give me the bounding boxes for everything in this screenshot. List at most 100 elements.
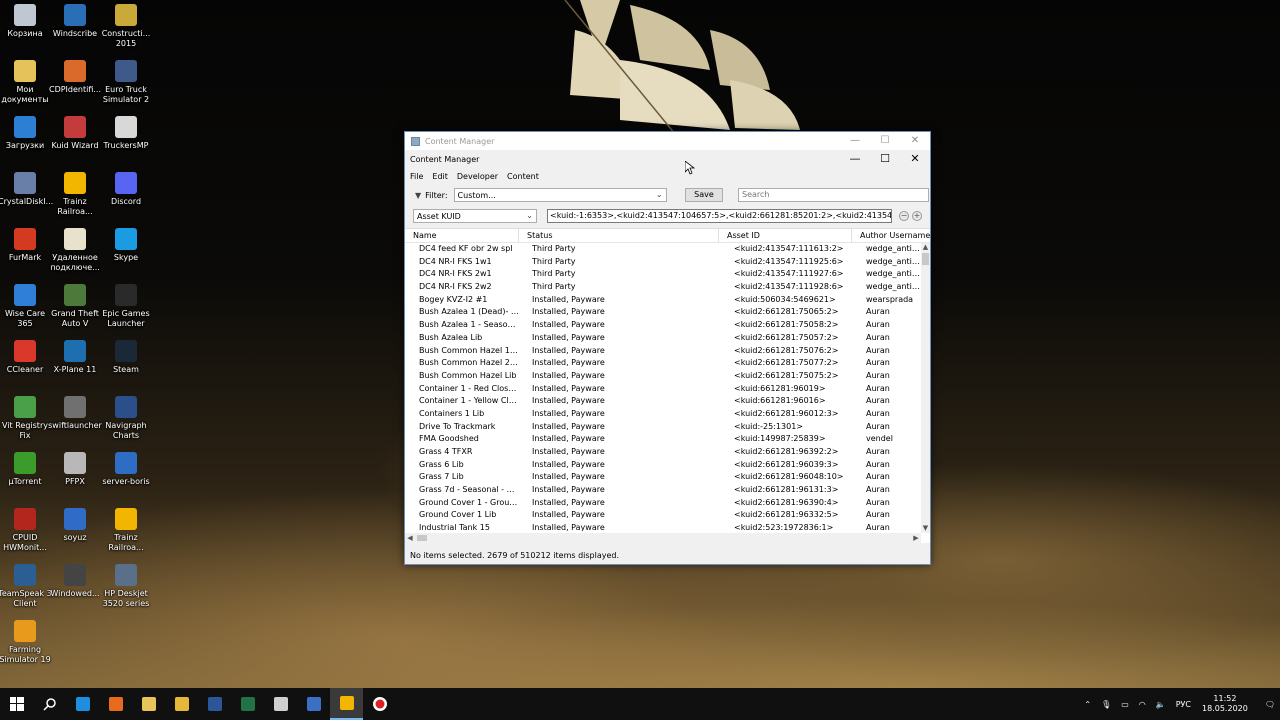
- desktop-icon[interactable]: Discord: [99, 172, 153, 207]
- desktop-icon[interactable]: Euro Truck Simulator 2: [99, 60, 153, 105]
- menu-content[interactable]: Content: [507, 172, 539, 181]
- column-name[interactable]: Name: [405, 229, 519, 242]
- outer-title-bar[interactable]: Content Manager — ☐ ✕: [405, 132, 930, 150]
- table-row[interactable]: DC4 NR-I FKS 2w2 Third Party <kuid2:413547…: [405, 281, 921, 294]
- menu-edit[interactable]: Edit: [432, 172, 448, 181]
- desktop-icon[interactable]: Trainz Railroa...: [48, 172, 102, 217]
- excel-icon[interactable]: [231, 688, 264, 720]
- maximize-icon[interactable]: ☐: [870, 132, 900, 150]
- maximize-icon[interactable]: ☐: [870, 150, 900, 168]
- desktop-icon[interactable]: CDPIdentifi...: [48, 60, 102, 95]
- desktop-icon[interactable]: server-boris: [99, 452, 153, 487]
- notifications-icon[interactable]: 🗨: [1265, 700, 1275, 709]
- add-icon[interactable]: +: [912, 211, 922, 221]
- table-row[interactable]: Ground Cover 1 Lib Installed, Payware <kui…: [405, 509, 921, 522]
- desktop-icon[interactable]: X-Plane 11: [48, 340, 102, 375]
- table-row[interactable]: Bush Azalea 1 - Seasonal Installed, Paywa…: [405, 319, 921, 332]
- explorer-icon[interactable]: [165, 688, 198, 720]
- minimize-icon[interactable]: —: [840, 132, 870, 150]
- clock[interactable]: 11:52 18.05.2020: [1202, 694, 1248, 714]
- hscroll-thumb[interactable]: [417, 535, 427, 541]
- table-row[interactable]: Grass 7 Lib Installed, Payware <kuid2:6612…: [405, 471, 921, 484]
- table-row[interactable]: Bush Azalea 1 (Dead)- Seas... Installed, …: [405, 306, 921, 319]
- trainz-icon[interactable]: [330, 688, 363, 720]
- word-icon[interactable]: [198, 688, 231, 720]
- desktop-icon[interactable]: Wise Care 365: [0, 284, 52, 329]
- desktop-icon[interactable]: CCleaner: [0, 340, 52, 375]
- filter-icon[interactable]: ▼: [415, 191, 421, 200]
- edge-icon[interactable]: [66, 688, 99, 720]
- desktop-icon[interactable]: Windowed...: [48, 564, 102, 599]
- table-row[interactable]: FMA Goodshed Installed, Payware <kuid:1499…: [405, 433, 921, 446]
- desktop-icon[interactable]: PFPX: [48, 452, 102, 487]
- language-indicator[interactable]: РУС: [1176, 700, 1191, 709]
- close-icon[interactable]: ✕: [900, 132, 930, 150]
- desktop-icon[interactable]: Trainz Railroa...: [99, 508, 153, 553]
- table-row[interactable]: Drive To Trackmark Installed, Payware <kui…: [405, 421, 921, 434]
- scroll-right-icon[interactable]: ▶: [911, 533, 921, 543]
- record-icon[interactable]: [363, 688, 396, 720]
- table-row[interactable]: Grass 7d - Seasonal - Clutter Installed, …: [405, 484, 921, 497]
- desktop-icon[interactable]: Загрузки: [0, 116, 52, 151]
- desktop-icon[interactable]: Navigraph Charts: [99, 396, 153, 441]
- save-button[interactable]: Save: [685, 188, 723, 202]
- horizontal-scrollbar[interactable]: ◀ ▶: [405, 533, 921, 543]
- microphone-icon[interactable]: 🎙: [1101, 700, 1111, 709]
- table-row[interactable]: Industrial Tank 15 Installed, Payware <kui…: [405, 522, 921, 531]
- column-asset-id[interactable]: Asset ID: [719, 229, 852, 242]
- table-row[interactable]: Grass 4 TFXR Installed, Payware <kuid2:661…: [405, 446, 921, 459]
- table-row[interactable]: Bogey KVZ-I2 #1 Installed, Payware <kuid:5…: [405, 294, 921, 307]
- table-row[interactable]: Ground Cover 1 - Ground ... Installed, Pa…: [405, 497, 921, 510]
- desktop-icon[interactable]: Grand Theft Auto V: [48, 284, 102, 329]
- desktop-icon[interactable]: FurMark: [0, 228, 52, 263]
- desktop-icon[interactable]: Корзина: [0, 4, 52, 39]
- desktop-icon[interactable]: µTorrent: [0, 452, 52, 487]
- scroll-up-icon[interactable]: ▲: [921, 243, 930, 252]
- menu-developer[interactable]: Developer: [457, 172, 498, 181]
- table-row[interactable]: Containers 1 Lib Installed, Payware <kuid2…: [405, 408, 921, 421]
- scroll-left-icon[interactable]: ◀: [405, 533, 415, 543]
- filter-select[interactable]: Custom... ⌄: [453, 188, 667, 202]
- table-row[interactable]: Bush Common Hazel Lib Installed, Payware <…: [405, 370, 921, 383]
- desktop-icon[interactable]: Удаленное подключе...: [48, 228, 102, 273]
- minimize-icon[interactable]: —: [840, 150, 870, 168]
- search-icon[interactable]: [33, 688, 66, 720]
- chevron-up-icon[interactable]: ⌃: [1084, 700, 1091, 709]
- app-icon[interactable]: [264, 688, 297, 720]
- column-author[interactable]: Author Username: [852, 229, 930, 242]
- firefox-icon[interactable]: [99, 688, 132, 720]
- close-icon[interactable]: ✕: [900, 150, 930, 168]
- desktop-icon[interactable]: Vit Registry Fix: [0, 396, 52, 441]
- desktop-icon[interactable]: soyuz: [48, 508, 102, 543]
- table-row[interactable]: DC4 NR-I FKS 1w1 Third Party <kuid2:413547…: [405, 256, 921, 269]
- asset-kuid-select[interactable]: Asset KUID ⌄: [413, 209, 537, 223]
- table-row[interactable]: Container 1 - Red Closed -... Installed, …: [405, 383, 921, 396]
- desktop-icon[interactable]: CPUID HWMonit...: [0, 508, 52, 553]
- content-manager-window[interactable]: Content Manager — ☐ ✕ Content Manager — …: [404, 131, 931, 565]
- search-input[interactable]: Search: [738, 188, 929, 202]
- inner-title-bar[interactable]: Content Manager — ☐ ✕: [405, 150, 930, 168]
- kuid-input[interactable]: <kuid:-1:6353>,<kuid2:413547:104657:5>,<…: [547, 209, 892, 223]
- remove-icon[interactable]: −: [899, 211, 909, 221]
- wifi-icon[interactable]: ◠: [1139, 700, 1146, 709]
- table-row[interactable]: DC4 NR-I FKS 2w1 Third Party <kuid2:413547…: [405, 268, 921, 281]
- table-row[interactable]: Bush Common Hazel 2 - S... Installed, Pay…: [405, 357, 921, 370]
- desktop-icon[interactable]: Steam: [99, 340, 153, 375]
- column-status[interactable]: Status: [519, 229, 719, 242]
- scroll-down-icon[interactable]: ▼: [921, 524, 930, 533]
- table-row[interactable]: DC4 feed KF obr 2w spl Third Party <kuid2:…: [405, 243, 921, 256]
- start-icon[interactable]: [0, 688, 33, 720]
- table-row[interactable]: Grass 6 Lib Installed, Payware <kuid2:6612…: [405, 459, 921, 472]
- desktop-icon[interactable]: Windscribe: [48, 4, 102, 39]
- network-icon[interactable]: ▭: [1121, 700, 1129, 709]
- menu-file[interactable]: File: [410, 172, 423, 181]
- volume-icon[interactable]: 🔈: [1156, 700, 1166, 709]
- table-row[interactable]: Bush Azalea Lib Installed, Payware <kuid2:…: [405, 332, 921, 345]
- table-row[interactable]: Container 1 - Yellow Close... Installed, …: [405, 395, 921, 408]
- desktop-icon[interactable]: Skype: [99, 228, 153, 263]
- desktop-icon[interactable]: CrystalDiskI...: [0, 172, 53, 207]
- desktop-icon[interactable]: swiftlauncher: [48, 396, 102, 431]
- contentmanager-icon[interactable]: [297, 688, 330, 720]
- desktop-icon[interactable]: Kuid Wizard: [48, 116, 102, 151]
- mail-icon[interactable]: [132, 688, 165, 720]
